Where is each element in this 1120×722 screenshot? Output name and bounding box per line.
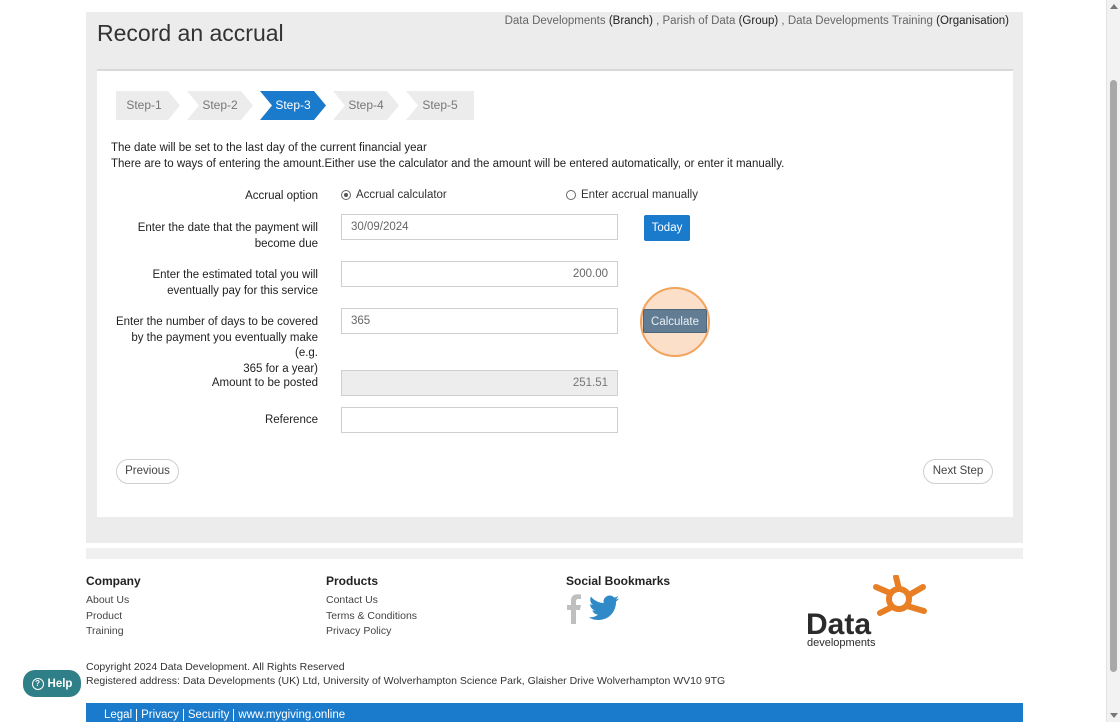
context-breadcrumb: Data Developments (Branch) , Parish of D… <box>504 15 1009 27</box>
days-covered-label-line-1: Enter the number of days to be covered <box>115 316 318 328</box>
footer-products-column: Products Contact Us Terms & Conditions P… <box>326 574 417 640</box>
link-mygiving[interactable]: www.mygiving.online <box>233 709 349 721</box>
estimated-total-label-line-1: Enter the estimated total you will <box>152 269 318 281</box>
footer-divider <box>86 548 1023 559</box>
days-covered-label-line-3: 365 for a year) <box>243 362 318 375</box>
accrual-option-label: Accrual option <box>245 190 318 202</box>
context-org-type: (Organisation) <box>936 15 1009 27</box>
scroll-down-icon[interactable] <box>1110 713 1118 718</box>
reference-input[interactable] <box>341 407 618 433</box>
days-covered-label: Enter the number of days to be covered b… <box>113 315 318 377</box>
logo-graphic: Data developments <box>806 574 927 649</box>
data-developments-logo: Data developments <box>806 574 931 650</box>
footer-social-heading: Social Bookmarks <box>566 574 671 588</box>
registered-address: Registered address: Data Developments (U… <box>86 675 726 687</box>
context-org-name: Data Developments Training <box>787 15 933 27</box>
radio-unchecked-icon[interactable] <box>566 190 576 200</box>
footer-link-contact-us[interactable]: Contact Us <box>326 593 417 609</box>
scrollbar-thumb[interactable] <box>1110 80 1117 672</box>
due-date-label-line-1: Enter the date that the payment will <box>137 222 318 234</box>
copyright-text: Copyright 2024 Data Development. All Rig… <box>86 661 345 673</box>
link-legal[interactable]: Legal <box>104 709 136 721</box>
calculate-button[interactable]: Calculate <box>643 309 707 333</box>
link-security[interactable]: Security <box>182 709 234 721</box>
footer-company-heading: Company <box>86 574 141 588</box>
context-group-name: Parish of Data <box>662 15 736 27</box>
days-covered-input[interactable]: 365 <box>341 308 618 334</box>
help-button[interactable]: ? Help <box>23 670 81 697</box>
due-date-label: Enter the date that the payment will bec… <box>113 221 318 252</box>
wizard-steps: Step-1 Step-2 Step-3 Step-4 Step-5 <box>116 91 481 120</box>
next-step-button[interactable]: Next Step <box>923 459 993 484</box>
context-branch-type: (Branch) <box>608 15 653 27</box>
amount-posted-label: Amount to be posted <box>211 377 318 389</box>
accrual-calculator-radio[interactable]: Accrual calculator <box>341 189 447 201</box>
due-date-input[interactable]: 30/09/2024 <box>341 214 618 240</box>
scroll-up-icon[interactable] <box>1110 4 1118 9</box>
step-2-tab[interactable]: Step-2 <box>187 91 253 120</box>
footer-link-privacy-policy[interactable]: Privacy Policy <box>326 624 417 640</box>
twitter-icon[interactable] <box>588 594 620 622</box>
estimated-total-input[interactable]: 200.00 <box>341 261 618 287</box>
page-title: Record an accrual <box>97 20 284 46</box>
facebook-icon[interactable] <box>566 592 582 624</box>
intro-text: The date will be set to the last day of … <box>111 141 784 172</box>
footer-products-heading: Products <box>326 574 379 588</box>
estimated-total-label: Enter the estimated total you will event… <box>113 268 318 299</box>
due-date-label-line-2: become due <box>254 237 318 250</box>
intro-line-1: The date will be set to the last day of … <box>111 142 427 154</box>
footer-link-terms[interactable]: Terms & Conditions <box>326 609 417 625</box>
enter-manually-label: Enter accrual manually <box>581 189 698 201</box>
context-branch-name: Data Developments <box>504 15 606 27</box>
page-panel: Record an accrual Data Developments (Bra… <box>86 12 1023 543</box>
step-1-tab[interactable]: Step-1 <box>116 91 180 120</box>
context-group-type: (Group) <box>738 15 779 27</box>
copyright-block: Copyright 2024 Data Development. All Rig… <box>86 660 725 688</box>
link-privacy[interactable]: Privacy <box>136 709 183 721</box>
today-button[interactable]: Today <box>644 215 690 241</box>
logo-subword: developments <box>807 637 876 649</box>
vertical-scrollbar[interactable] <box>1106 0 1120 722</box>
footer-company-column: Company About Us Product Training <box>86 574 141 640</box>
intro-line-2: There are to ways of entering the amount… <box>111 157 785 170</box>
days-covered-label-line-2: by the payment you eventually make (e.g. <box>131 331 318 360</box>
step-3-tab[interactable]: Step-3 <box>260 91 326 120</box>
footer-social-column: Social Bookmarks <box>566 574 670 593</box>
footer-link-about-us[interactable]: About Us <box>86 593 141 609</box>
footer-link-product[interactable]: Product <box>86 609 141 625</box>
step-4-tab[interactable]: Step-4 <box>333 91 399 120</box>
bottom-links: Legal Privacy Security www.mygiving.onli… <box>104 709 349 721</box>
accrual-form-card: Step-1 Step-2 Step-3 Step-4 Step-5 The d… <box>97 69 1013 517</box>
step-5-tab[interactable]: Step-5 <box>406 91 474 120</box>
amount-posted-field: 251.51 <box>341 370 618 396</box>
reference-label: Reference <box>264 414 318 426</box>
estimated-total-label-line-2: eventually pay for this service <box>167 284 318 297</box>
accrual-calculator-label: Accrual calculator <box>356 189 447 201</box>
footer-link-training[interactable]: Training <box>86 624 141 640</box>
enter-manually-radio[interactable]: Enter accrual manually <box>566 189 698 201</box>
help-label: Help <box>47 677 73 690</box>
question-icon: ? <box>31 677 44 690</box>
radio-checked-icon[interactable] <box>341 190 351 200</box>
bottom-links-bar: Legal Privacy Security www.mygiving.onli… <box>86 703 1023 722</box>
previous-button[interactable]: Previous <box>116 459 179 484</box>
social-icons <box>566 592 620 624</box>
